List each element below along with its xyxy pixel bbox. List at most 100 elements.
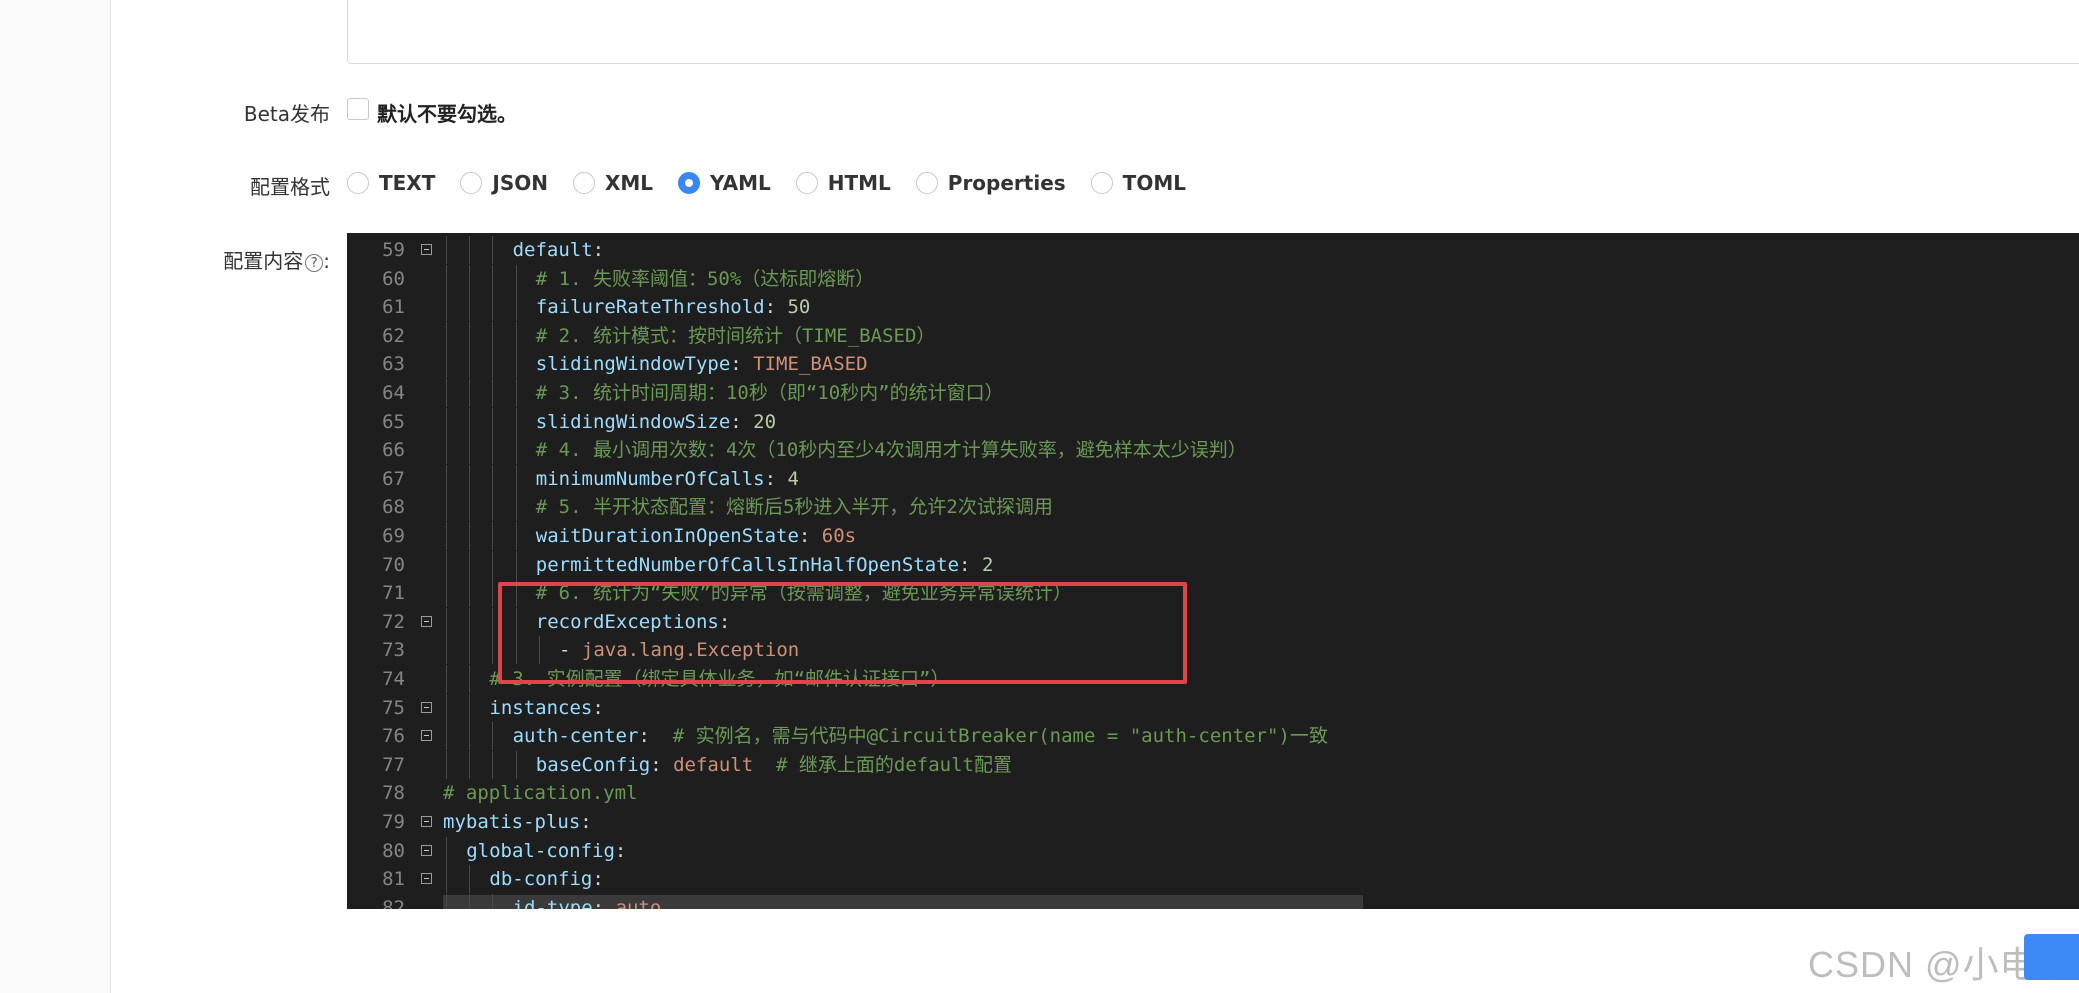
format-option-properties[interactable]: Properties <box>915 171 1066 195</box>
code-token: # 1. 失败率阈值：50%（达标即熔断） <box>535 267 875 290</box>
indent-guide <box>469 522 471 550</box>
indent-guide <box>492 522 494 550</box>
indent-guide <box>492 579 494 608</box>
indent-guide <box>446 321 447 350</box>
code-text: id-type: auto <box>513 894 662 909</box>
annotation-highlight-box <box>498 582 1187 684</box>
indent-guide <box>492 350 494 379</box>
radio-circle[interactable] <box>460 172 483 194</box>
fold-toggle-icon[interactable] <box>421 816 432 827</box>
radio-circle[interactable] <box>1090 172 1113 194</box>
indent-guide <box>492 464 494 493</box>
indent-guide <box>492 321 494 350</box>
code-token: : <box>592 896 616 909</box>
format-option-toml[interactable]: TOML <box>1090 171 1186 195</box>
indent-guide <box>492 550 494 579</box>
indent-guide <box>492 722 494 751</box>
line-number: 61 <box>382 296 405 319</box>
code-line: 63 slidingWindowType: TIME_BASED <box>347 350 2079 379</box>
fold-toggle-icon[interactable] <box>421 701 432 713</box>
line-number: 79 <box>382 811 405 833</box>
indent-guide <box>515 550 517 579</box>
code-line: 60 # 1. 失败率阈值：50%（达标即熔断） <box>347 264 2079 293</box>
code-line: 76 auth-center: # 实例名，需与代码中@CircuitBreake… <box>347 722 2079 751</box>
radio-circle[interactable] <box>347 172 369 194</box>
code-text: # 1. 失败率阈值：50%（达标即熔断） <box>536 265 875 293</box>
content-label-row: 配置内容?: <box>100 245 330 274</box>
code-text: # 3. 统计时间周期：10秒（即“10秒内”的统计窗口） <box>536 379 1004 407</box>
line-number: 80 <box>382 839 405 862</box>
indent-guide <box>492 436 494 465</box>
radio-circle[interactable] <box>678 172 701 194</box>
line-number: 63 <box>382 353 405 376</box>
radio-circle[interactable] <box>572 172 595 194</box>
code-text: auth-center: # 实例名，需与代码中@CircuitBreaker(… <box>513 722 1328 750</box>
indent-guide <box>446 750 447 779</box>
code-token: default <box>512 239 593 261</box>
indent-guide <box>469 407 471 436</box>
code-editor[interactable]: 59 default: 60 # 1. 失败率阈值：50%（达标即熔断） 61 failu… <box>347 233 2079 909</box>
fold-toggle-icon[interactable] <box>421 873 432 885</box>
indent-guide <box>469 579 471 608</box>
code-line: 80 global-config: <box>347 836 2079 865</box>
indent-guide <box>469 236 471 264</box>
indent-guide <box>515 522 517 550</box>
indent-guide <box>469 550 471 579</box>
code-token: auto <box>615 896 662 909</box>
line-number: 70 <box>382 553 405 576</box>
format-option-xml[interactable]: XML <box>572 171 653 195</box>
code-token: : <box>798 525 822 547</box>
fold-toggle-icon[interactable] <box>421 844 432 856</box>
floating-badge[interactable] <box>2024 934 2079 980</box>
help-icon[interactable]: ? <box>305 253 324 272</box>
code-token: : <box>959 553 982 576</box>
code-line: 69 waitDurationInOpenState: 60s <box>347 522 2079 550</box>
format-option-yaml[interactable]: YAML <box>678 171 771 195</box>
indent-guide <box>446 464 447 493</box>
line-number: 66 <box>382 439 405 462</box>
indent-guide <box>492 493 494 522</box>
format-option-text[interactable]: TEXT <box>347 171 435 195</box>
indent-guide <box>469 607 471 636</box>
indent-guide <box>446 865 447 894</box>
format-option-label: HTML <box>827 171 891 195</box>
indent-guide <box>515 436 517 465</box>
code-token: # 继承上面的default配置 <box>776 753 1012 776</box>
line-number: 60 <box>382 267 405 290</box>
indent-guide <box>515 379 517 407</box>
format-option-label: TEXT <box>379 171 436 195</box>
indent-guide <box>469 693 471 722</box>
code-text: # application.yml <box>443 779 637 807</box>
indent-guide <box>446 836 447 865</box>
code-token: waitDurationInOpenState <box>535 525 799 547</box>
radio-circle[interactable] <box>795 172 818 194</box>
indent-guide <box>469 722 471 751</box>
code-token: 50 <box>787 296 811 319</box>
beta-checkbox[interactable] <box>347 98 369 120</box>
code-line: 81 db-config: <box>347 865 2079 894</box>
line-number: 59 <box>382 239 405 261</box>
indent-guide <box>469 636 471 665</box>
indent-guide <box>492 893 494 909</box>
fold-toggle-icon[interactable] <box>421 615 432 627</box>
indent-guide <box>492 750 494 779</box>
code-line: 75 instances: <box>347 693 2079 722</box>
indent-guide <box>469 865 471 894</box>
code-token: 60s <box>821 525 857 547</box>
code-token: : <box>592 239 605 261</box>
fold-toggle-icon[interactable] <box>421 730 432 742</box>
line-number: 67 <box>382 467 405 490</box>
code-text: slidingWindowType: TIME_BASED <box>536 350 868 378</box>
code-token: : <box>764 467 788 490</box>
format-option-json[interactable]: JSON <box>460 171 548 195</box>
indent-guide <box>515 321 517 350</box>
radio-circle[interactable] <box>915 172 938 194</box>
code-line: 65 slidingWindowSize: 20 <box>347 407 2079 436</box>
line-number: 75 <box>382 696 405 719</box>
format-option-html[interactable]: HTML <box>795 171 891 195</box>
description-textarea[interactable] <box>347 0 2079 64</box>
code-line: 82 id-type: auto <box>347 893 2079 909</box>
fold-toggle-icon[interactable] <box>421 244 432 255</box>
code-token: db-config <box>489 868 593 891</box>
code-token: : <box>592 696 604 719</box>
